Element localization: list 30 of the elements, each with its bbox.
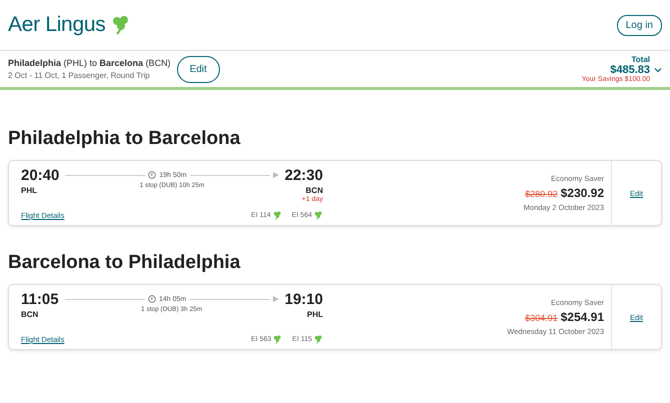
price: $230.92 (560, 186, 604, 200)
shamrock-icon (272, 211, 282, 220)
logo: Aer Lingus (8, 13, 106, 37)
shamrock-icon (314, 211, 323, 220)
shamrock-icon (273, 335, 282, 344)
total-price: $485.83 (610, 64, 650, 76)
departure-time: 20:40 (21, 167, 60, 184)
airport-code: PHL (21, 186, 37, 195)
airport-code: BCN (21, 310, 38, 319)
route-summary: Philadelphia (PHL) to Barcelona (BCN) (8, 58, 171, 68)
edit-button[interactable]: Edit (176, 56, 220, 82)
arrow-icon (272, 172, 279, 178)
arrow-icon (272, 296, 279, 302)
shamrock-icon (314, 335, 323, 344)
chevron-down-icon[interactable] (654, 67, 662, 73)
total-label: Total (631, 55, 650, 64)
airport-code: BCN (306, 186, 323, 195)
arrival-time: 22:30 (284, 167, 323, 184)
section-heading: Philadelphia to Barcelona (8, 128, 242, 150)
original-price: $280.92 (525, 189, 558, 199)
arrival-time: 19:10 (284, 291, 323, 308)
clock-icon (148, 295, 156, 303)
airport-code: PHL (307, 310, 323, 319)
original-price: $304.91 (525, 313, 558, 323)
login-button[interactable]: Log in (616, 14, 662, 36)
section-heading: Barcelona to Philadelphia (8, 252, 242, 274)
price: $254.91 (560, 310, 604, 324)
trip-details: 2 Oct - 11 Oct, 1 Passenger, Round Trip (8, 71, 151, 80)
clock-icon (148, 171, 156, 179)
departure-time: 11:05 (21, 291, 59, 308)
